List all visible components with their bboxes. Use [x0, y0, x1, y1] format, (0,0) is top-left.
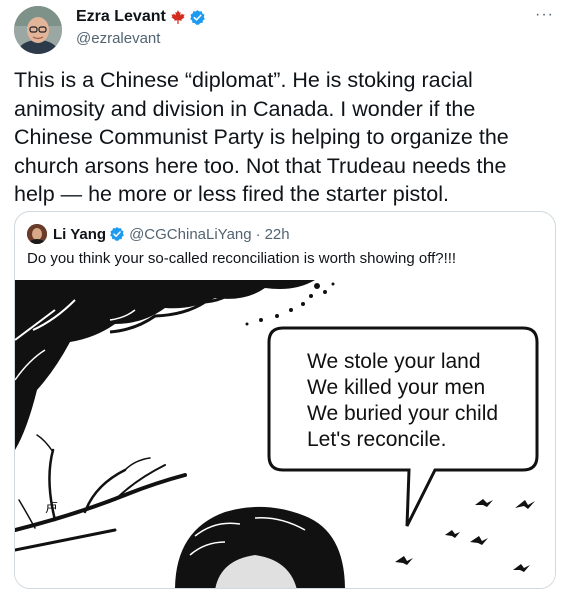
verified-badge-icon — [190, 9, 205, 25]
svg-text:卢: 卢 — [45, 500, 58, 516]
quoted-author-avatar[interactable] — [27, 224, 47, 244]
quoted-author-handle[interactable]: @CGChinaLiYang — [129, 226, 252, 243]
quoted-tweet[interactable]: Li Yang @CGChinaLiYang · 22h Do you thin… — [14, 211, 556, 589]
author-name-row: Ezra Levant — [76, 8, 206, 26]
quoted-avatar-image — [27, 224, 47, 244]
author-display-name[interactable]: Ezra Levant — [76, 8, 166, 26]
quoted-cartoon-image[interactable]: 卢 We stole your land We killed your men … — [15, 279, 555, 588]
separator-dot: · — [255, 225, 261, 243]
speech-line: Let's reconcile. — [307, 428, 446, 451]
quoted-tweet-header: Li Yang @CGChinaLiYang · 22h — [27, 224, 290, 244]
tweet-card: Ezra Levant @ezralevant ··· This is a Ch… — [0, 0, 570, 600]
quoted-tweet-text: Do you think your so-called reconciliati… — [27, 250, 457, 267]
tweet-body-line: help — he more or less fired the starter… — [14, 182, 449, 207]
author-handle[interactable]: @ezralevant — [76, 30, 160, 47]
speech-line: We killed your men — [307, 376, 485, 399]
tweet-body-line: animosity and division in Canada. I wond… — [14, 96, 476, 121]
tweet-body-text: This is a Chinese “diplomat”. He is stok… — [14, 66, 554, 209]
author-avatar[interactable] — [14, 6, 62, 54]
more-options-button[interactable]: ··· — [535, 6, 554, 24]
verified-badge-icon — [110, 227, 124, 241]
quoted-timestamp[interactable]: 22h — [265, 226, 290, 243]
maple-leaf-icon — [171, 10, 185, 24]
speech-line: We buried your child — [307, 402, 498, 425]
tweet-body-line: This is a Chinese “diplomat”. He is stok… — [14, 68, 473, 92]
tweet-body-line: Chinese Communist Party is helping to or… — [14, 125, 509, 150]
tweet-body-line: church arsons here too. Not that Trudeau… — [14, 153, 507, 178]
author-avatar-image — [14, 6, 62, 54]
quoted-author-name[interactable]: Li Yang — [53, 226, 106, 243]
speech-line: We stole your land — [307, 350, 481, 373]
cartoon-illustration: 卢 We stole your land We killed your men … — [15, 279, 555, 588]
